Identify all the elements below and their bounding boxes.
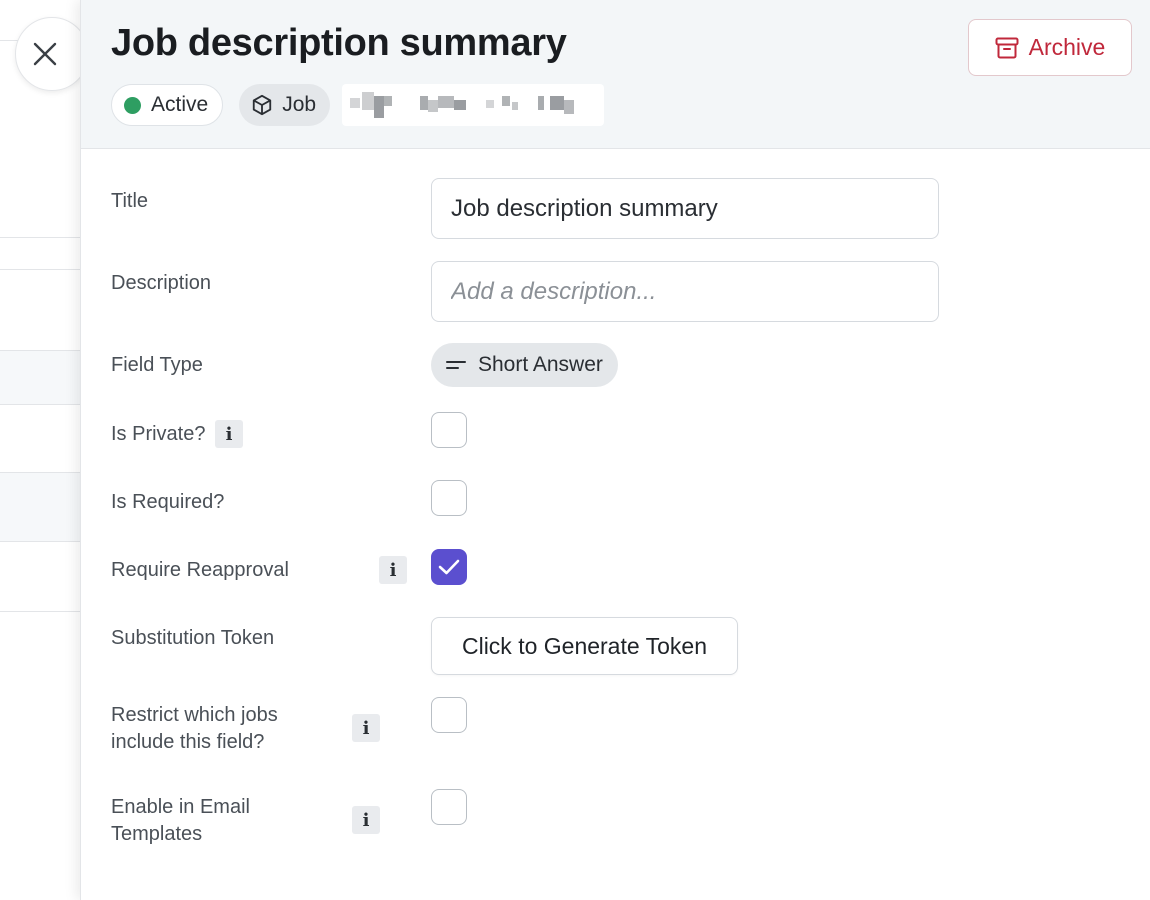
form-row-require-reapproval: Require Reapproval i (111, 549, 1111, 589)
info-icon[interactable]: i (352, 714, 380, 742)
archive-button-label: Archive (1028, 34, 1106, 60)
require-reapproval-label: Require Reapproval (111, 559, 289, 581)
background-row (0, 350, 80, 404)
drawer-header: Job description summary Archive Active J… (81, 0, 1150, 149)
field-meta-chips: Active Job (111, 84, 605, 126)
form-row-title: Title (111, 178, 1111, 240)
generate-token-button[interactable]: Click to Generate Token (431, 617, 738, 675)
restrict-jobs-checkbox[interactable] (431, 697, 467, 733)
field-type-value: Short Answer (478, 353, 603, 376)
require-reapproval-checkbox[interactable] (431, 549, 467, 585)
info-icon[interactable]: i (215, 420, 243, 448)
form-row-substitution-token: Substitution Token Click to Generate Tok… (111, 617, 1111, 675)
title-input[interactable] (431, 178, 939, 239)
status-dot-icon (124, 96, 141, 114)
is-private-label: Is Private? (111, 423, 206, 445)
info-icon[interactable]: i (352, 806, 380, 834)
short-answer-lines-icon (446, 361, 466, 369)
field-type-selector[interactable]: Short Answer (431, 343, 618, 387)
email-templates-label: Enable in Email Templates (111, 796, 250, 845)
background-divider (0, 237, 80, 269)
status-badge: Active (111, 84, 224, 126)
background-row (0, 404, 80, 472)
background-row (0, 611, 80, 900)
form-row-is-private: Is Private? i (111, 412, 1111, 452)
description-label: Description (111, 272, 212, 294)
status-badge-label: Active (151, 93, 209, 116)
is-private-checkbox[interactable] (431, 412, 467, 448)
info-icon[interactable]: i (379, 556, 407, 584)
field-detail-drawer: Job description summary Archive Active J… (80, 0, 1150, 900)
close-drawer-button[interactable] (15, 17, 89, 91)
redacted-identifier (342, 84, 605, 126)
form-row-description: Description (111, 261, 1111, 323)
form-row-field-type: Field Type Short Answer (111, 343, 1111, 387)
background-page (0, 0, 80, 900)
form-row-email-templates: Enable in Email Templates i (111, 789, 1111, 849)
substitution-token-label: Substitution Token (111, 627, 275, 649)
description-input[interactable] (431, 261, 939, 322)
restrict-jobs-label: Restrict which jobs include this field? (111, 704, 278, 753)
form-row-restrict-jobs: Restrict which jobs include this field? … (111, 697, 1111, 757)
is-required-checkbox[interactable] (431, 480, 467, 516)
checkmark-icon (438, 559, 460, 575)
is-required-label: Is Required? (111, 491, 225, 513)
email-templates-checkbox[interactable] (431, 789, 467, 825)
background-row (0, 472, 80, 541)
background-row (0, 269, 80, 350)
close-icon (33, 42, 57, 66)
archive-button[interactable]: Archive (968, 19, 1132, 76)
page-title: Job description summary (111, 22, 567, 64)
entity-type-label: Job (282, 93, 317, 116)
field-type-label: Field Type (111, 354, 203, 376)
background-row (0, 541, 80, 611)
cube-icon (253, 94, 272, 116)
form-row-is-required: Is Required? (111, 480, 1111, 520)
archive-box-icon (995, 37, 1019, 58)
title-label: Title (111, 190, 149, 212)
entity-type-badge: Job (239, 84, 331, 126)
